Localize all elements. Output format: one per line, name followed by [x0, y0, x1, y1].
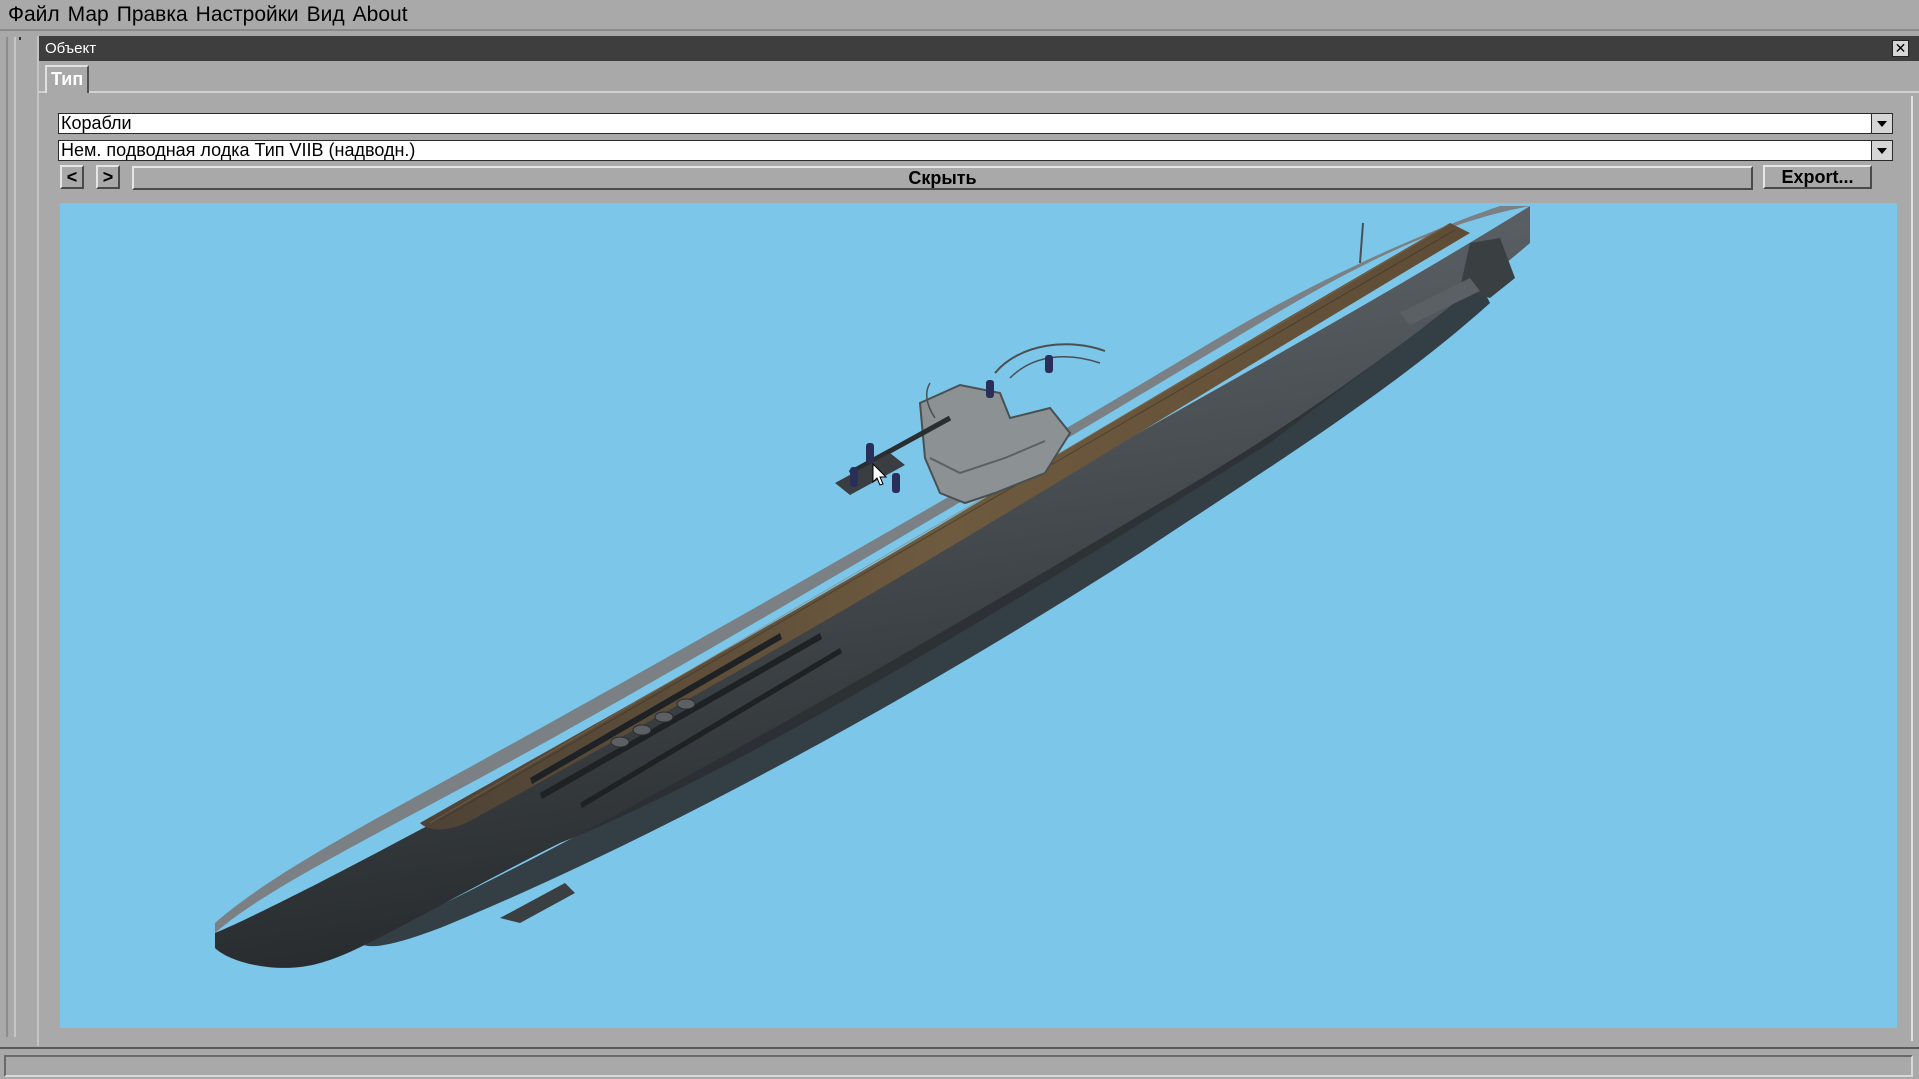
- menu-map[interactable]: Мар: [64, 1, 113, 29]
- status-bar: [0, 1047, 1919, 1079]
- dock-grip: [19, 37, 21, 40]
- tab-strip: Тип: [39, 63, 1919, 93]
- object-select-value: Нем. подводная лодка Тип VIIB (надводн.): [61, 140, 416, 160]
- close-window-button[interactable]: ✕: [1892, 40, 1909, 57]
- category-select[interactable]: Корабли: [58, 113, 1893, 134]
- tab-type[interactable]: Тип: [45, 65, 90, 93]
- mouse-cursor-icon: [872, 463, 888, 486]
- category-select-value: Корабли: [61, 113, 132, 133]
- menu-file[interactable]: Файл: [4, 1, 64, 29]
- hide-button[interactable]: Скрыть: [132, 166, 1753, 190]
- next-object-button[interactable]: >: [96, 165, 120, 189]
- dock-rail[interactable]: [6, 37, 16, 1037]
- left-dock-strip: [0, 33, 37, 1076]
- menu-view[interactable]: Вид: [303, 1, 349, 29]
- status-field: [4, 1055, 1913, 1077]
- window-title: Объект: [45, 40, 97, 57]
- menu-edit[interactable]: Правка: [113, 1, 192, 29]
- menu-about[interactable]: About: [349, 1, 412, 29]
- chevron-down-icon[interactable]: [1871, 114, 1892, 133]
- submarine-model-image: [215, 206, 1530, 968]
- model-viewport[interactable]: [60, 203, 1897, 1028]
- chevron-down-icon[interactable]: [1871, 141, 1892, 160]
- export-button[interactable]: Export...: [1763, 165, 1872, 189]
- prev-object-button[interactable]: <: [60, 165, 84, 189]
- menu-settings[interactable]: Настройки: [192, 1, 303, 29]
- window-titlebar[interactable]: Объект ✕: [39, 36, 1919, 61]
- object-select[interactable]: Нем. подводная лодка Тип VIIB (надводн.): [58, 140, 1893, 161]
- menu-bar: Файл Мар Правка Настройки Вид About: [0, 0, 1919, 31]
